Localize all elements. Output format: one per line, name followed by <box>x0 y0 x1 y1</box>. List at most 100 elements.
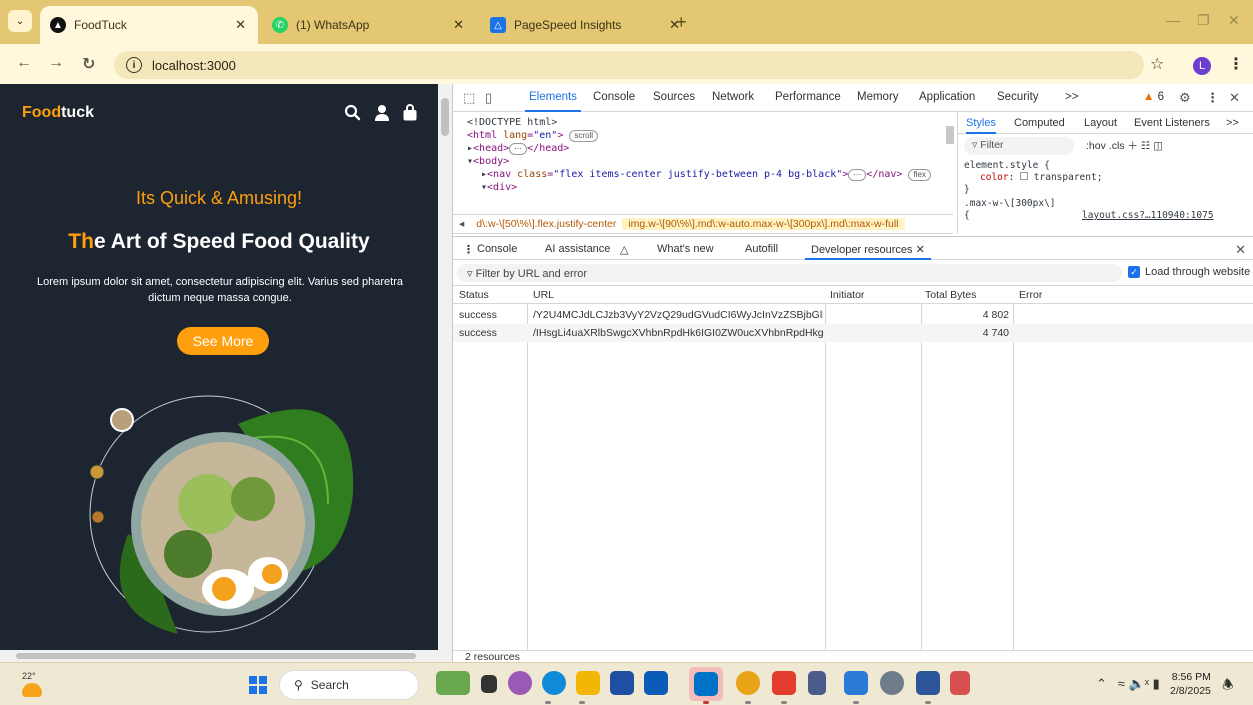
dom-scrollbar[interactable] <box>945 124 955 214</box>
flex-badge[interactable]: flex <box>908 169 931 181</box>
breadcrumb-item-selected[interactable]: img.w-\[90\%\].md\:w-auto.max-w-\[300px\… <box>622 218 905 230</box>
more-style-tabs-button[interactable]: >> <box>1226 117 1239 129</box>
tab-pagespeed[interactable]: △ PageSpeed Insights ✕ <box>480 6 692 44</box>
scrollbar-thumb[interactable] <box>441 98 449 136</box>
inspect-element-icon[interactable]: ⬚ <box>463 90 475 106</box>
column-header-total-bytes[interactable]: Total Bytes <box>925 289 976 301</box>
table-row[interactable]: success /Y2U4MCJdLCJzb3VyY2VzQ29udGVudCI… <box>453 306 1253 324</box>
tab-whatsapp[interactable]: ✆ (1) WhatsApp ✕ <box>262 6 476 44</box>
address-input[interactable]: i localhost:3000 <box>114 51 1144 79</box>
search-icon[interactable] <box>344 104 361 126</box>
dom-tree[interactable]: <!DOCTYPE html> <html lang="en"> scroll … <box>453 112 953 214</box>
chrome-icon[interactable] <box>736 671 760 695</box>
tab-elements[interactable]: Elements <box>525 91 581 112</box>
sidebar-toggle-icon[interactable]: ◫ <box>1153 140 1163 152</box>
tab-foodtuck[interactable]: ▲ FoodTuck ✕ <box>40 6 258 44</box>
color-swatch-icon[interactable] <box>1020 172 1029 180</box>
see-more-button[interactable]: See More <box>177 327 269 355</box>
notification-bell-icon[interactable]: 🕭 <box>1222 676 1234 698</box>
checkbox-checked-icon[interactable]: ✓ <box>1128 266 1140 278</box>
dom-node[interactable]: <html lang="en"> scroll <box>467 129 953 142</box>
new-tab-icon[interactable]: + <box>676 12 687 33</box>
tab-application[interactable]: Application <box>919 91 975 103</box>
tab-network[interactable]: Network <box>712 91 754 103</box>
store-icon[interactable] <box>610 671 634 695</box>
file-explorer-icon[interactable] <box>576 671 600 695</box>
tab-search-button[interactable]: ⌄ <box>8 10 32 32</box>
vscode-icon[interactable] <box>844 671 868 695</box>
tab-performance[interactable]: Performance <box>775 91 841 103</box>
forward-icon[interactable]: → <box>48 54 64 72</box>
column-header-error[interactable]: Error <box>1019 289 1042 301</box>
tab-sources[interactable]: Sources <box>653 91 695 103</box>
css-declaration[interactable]: color: transparent; <box>964 172 1224 184</box>
devtools-menu-icon[interactable]: ⋮ <box>1206 90 1219 106</box>
system-tray[interactable]: ⌃ ≈ 🔈ˣ ▮ <box>1096 676 1160 692</box>
tab-close-icon[interactable]: ✕ <box>235 17 246 33</box>
dom-node[interactable]: ▾<body> <box>467 155 953 168</box>
tab-memory[interactable]: Memory <box>857 91 899 103</box>
edge-icon[interactable] <box>542 671 566 695</box>
site-info-icon[interactable]: i <box>126 57 142 73</box>
outlook-new-icon[interactable] <box>694 672 718 696</box>
site-logo[interactable]: Foodtuck <box>22 104 94 122</box>
tab-event-listeners[interactable]: Event Listeners <box>1134 117 1210 129</box>
devtools-close-icon[interactable]: ✕ <box>1229 90 1240 106</box>
restore-icon[interactable]: ❐ <box>1197 12 1210 29</box>
drawer-tab-developer-resources[interactable]: Developer resources ✕ <box>805 243 931 260</box>
drawer-tab-autofill[interactable]: Autofill <box>745 243 778 255</box>
column-header-url[interactable]: URL <box>533 289 554 301</box>
ellipsis-badge[interactable]: ⋯ <box>848 169 867 181</box>
chevron-up-icon[interactable]: ⌃ <box>1096 676 1107 691</box>
wifi-icon[interactable]: ≈ <box>1118 676 1125 691</box>
scrollbar-thumb[interactable] <box>16 653 416 659</box>
hov-button[interactable]: :hov <box>1086 140 1106 152</box>
dom-node[interactable]: <!DOCTYPE html> <box>467 116 953 129</box>
bookmark-star-icon[interactable]: ☆ <box>1150 54 1164 74</box>
dom-node[interactable]: ▸<nav class="flex items-center justify-b… <box>467 168 953 181</box>
widgets-app-icon[interactable] <box>436 671 470 695</box>
back-icon[interactable]: ← <box>16 54 32 72</box>
network-app-icon[interactable] <box>950 671 970 695</box>
scrollbar-thumb[interactable] <box>946 126 954 144</box>
tab-security[interactable]: Security <box>997 91 1039 103</box>
tab-console[interactable]: Console <box>593 91 635 103</box>
column-header-initiator[interactable]: Initiator <box>830 289 864 301</box>
paint-icon[interactable]: ☷ <box>1141 140 1150 152</box>
settings-app-icon[interactable] <box>880 671 904 695</box>
cls-button[interactable]: .cls <box>1109 140 1125 152</box>
ellipsis-badge[interactable]: ⋯ <box>509 143 528 155</box>
scroll-badge[interactable]: scroll <box>569 130 599 142</box>
drawer-tab-ai-assistance[interactable]: AI assistance <box>545 243 610 255</box>
weather-widget[interactable]: 22° <box>22 671 42 697</box>
profile-avatar[interactable]: L <box>1193 57 1211 75</box>
add-rule-icon[interactable]: ＋ <box>1127 140 1138 152</box>
styles-filter-input[interactable]: ▿ Filter <box>964 137 1074 155</box>
settings-gear-icon[interactable]: ⚙ <box>1179 90 1191 106</box>
notepad-icon[interactable] <box>808 671 826 695</box>
window-close-icon[interactable]: ✕ <box>1228 12 1240 29</box>
bag-icon[interactable] <box>402 104 418 126</box>
taskbar-search-input[interactable]: ⚲ Search <box>279 670 419 700</box>
task-view-icon[interactable] <box>481 675 497 693</box>
anydesk-icon[interactable] <box>772 671 796 695</box>
drawer-menu-icon[interactable]: ⋮ <box>463 243 474 256</box>
page-horizontal-scrollbar[interactable] <box>0 650 452 662</box>
tab-computed[interactable]: Computed <box>1014 117 1065 129</box>
copilot-icon[interactable] <box>508 671 532 695</box>
table-row[interactable]: success /IHsgLi4uaXRlbSwgcXVhbnRpdHk6IGI… <box>453 324 1253 342</box>
outlook-icon[interactable] <box>644 671 668 695</box>
more-tabs-button[interactable]: >> <box>1065 91 1078 103</box>
column-header-status[interactable]: Status <box>459 289 489 301</box>
resources-filter-input[interactable]: ▿ Filter by URL and error <box>457 264 1122 282</box>
reload-icon[interactable]: ↻ <box>82 54 95 74</box>
windows-start-icon[interactable] <box>249 676 267 694</box>
dom-node[interactable]: ▾<div> <box>467 181 953 194</box>
battery-icon[interactable]: ▮ <box>1153 676 1160 691</box>
minimize-icon[interactable]: — <box>1166 12 1180 28</box>
breadcrumb-left-arrow-icon[interactable]: ◂ <box>453 218 470 230</box>
drawer-close-icon[interactable]: ✕ <box>1235 242 1246 258</box>
warnings-badge[interactable]: ▲ 6 <box>1143 91 1164 103</box>
device-toolbar-icon[interactable]: ▯ <box>485 90 492 106</box>
css-rules[interactable]: element.style { color: transparent; } .m… <box>964 160 1224 222</box>
